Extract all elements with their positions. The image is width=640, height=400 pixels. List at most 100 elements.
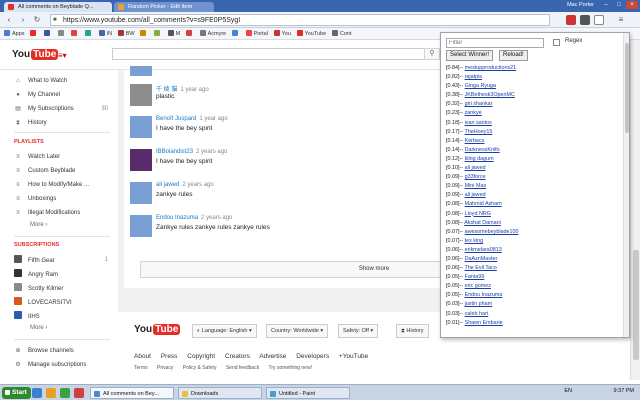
scrollbar-thumb[interactable] [625, 43, 629, 133]
entry-name-link[interactable]: caleb hart [465, 311, 489, 317]
footer-link-press[interactable]: Press [161, 353, 178, 360]
footer-link-about[interactable]: About [134, 353, 151, 360]
entry-name-link[interactable]: TheHoey15 [465, 129, 493, 135]
sidebar-item-subscription[interactable]: Angry Ram [14, 269, 58, 279]
tab-youtube-comments[interactable]: All comments on Beyblade Q... [4, 2, 112, 12]
entry-name-link[interactable]: ali jawed [465, 192, 486, 198]
entry-name-link[interactable]: Mini Max [465, 183, 487, 189]
entry-name-link[interactable]: tex king [465, 238, 484, 244]
sidebar-item-history[interactable]: ⧗ History [14, 118, 114, 128]
quicklaunch-icon[interactable] [46, 388, 56, 398]
safety-button[interactable]: Safety: Off ▾ [338, 324, 379, 338]
reload-icon[interactable]: ↻ [32, 15, 42, 25]
entry-name-link[interactable]: kling dagum [465, 156, 494, 162]
browse-channels-link[interactable]: ⊕ Browse channels [14, 346, 73, 356]
avatar[interactable] [130, 215, 152, 237]
entry-name-link[interactable]: Akshat Damani [464, 220, 501, 226]
entry-name-link[interactable]: Fanta99 [465, 274, 485, 280]
sidebar-item-playlist[interactable]: ≡ Custom Beyblade [14, 166, 75, 176]
sidebar-item-my-subscriptions[interactable]: ▤ My Subscriptions 30 [14, 104, 114, 114]
avatar[interactable] [130, 149, 152, 171]
minimize-icon[interactable]: – [600, 1, 612, 9]
entry-name-link[interactable]: ali jawed [465, 165, 486, 171]
youtube-logo[interactable]: You Tube [12, 49, 59, 60]
bookmark[interactable] [30, 28, 38, 39]
bookmark[interactable] [57, 28, 66, 39]
bookmark[interactable]: Cont [331, 28, 351, 39]
entry-name-link[interactable]: Kerbecs [465, 138, 485, 144]
entry-name-link[interactable]: zankye [465, 110, 482, 116]
footer-link-advertise[interactable]: Advertise [259, 353, 286, 360]
bookmark[interactable] [140, 28, 148, 39]
extension-icon[interactable] [580, 15, 590, 25]
taskbar-item-paint[interactable]: Untitled - Paint [266, 387, 350, 399]
bookmark[interactable]: You [273, 28, 291, 39]
avatar[interactable] [130, 116, 152, 138]
bookmark[interactable] [231, 28, 240, 39]
entry-name-link[interactable]: justin pham [465, 301, 493, 307]
sidebar-item-playlist[interactable]: ≡ Illegal Modifications [14, 208, 80, 218]
entry-name-link[interactable]: The Evil Taco [465, 265, 497, 271]
comment-author[interactable]: ali jawed 2 years ago [156, 182, 214, 188]
search-icon[interactable]: ⚲ [424, 48, 440, 60]
footer-link-try-something-new[interactable]: Try something new! [269, 365, 312, 371]
entry-name-link[interactable]: giri shankar [465, 101, 493, 107]
footer-link-policy-safety[interactable]: Policy & Safety [183, 365, 217, 371]
menu-icon[interactable]: ≡ [616, 15, 626, 25]
start-button[interactable]: Start [2, 387, 31, 399]
back-icon[interactable]: ‹ [4, 15, 14, 25]
footer-link-send-feedback[interactable]: Send feedback [226, 365, 259, 371]
comment-author[interactable]: Endou Inazuma 2 years ago [156, 215, 232, 221]
sidebar-item-watch-later[interactable]: ≡ Watch Later [14, 152, 60, 162]
entry-name-link[interactable]: DaAznMaster [465, 256, 498, 262]
language-button[interactable]: ◐ Language: English ▾ [192, 324, 257, 338]
footer-link-copyright[interactable]: Copyright [187, 353, 215, 360]
bookmark[interactable] [71, 28, 79, 39]
tab-random-picker[interactable]: Random Picker - Edit Item [114, 2, 214, 12]
bookmark[interactable]: YouTube [296, 28, 326, 39]
regex-checkbox[interactable] [553, 39, 560, 46]
bookmark[interactable]: Acmyre [199, 28, 226, 39]
entry-name-link[interactable]: Lloyd NRG [465, 211, 491, 217]
taskbar-item-downloads[interactable]: Downloads [178, 387, 262, 399]
avatar[interactable] [130, 84, 152, 106]
guide-menu-icon[interactable]: ≡▾ [58, 51, 67, 60]
taskbar-item-chrome[interactable]: All comments on Bey... [90, 387, 174, 399]
subscriptions-more-link[interactable]: More › [30, 325, 47, 331]
search-input[interactable] [112, 48, 432, 60]
sidebar-item-playlist[interactable]: ≡ Unboxings [14, 194, 56, 204]
sidebar-item-subscription[interactable]: Fifth Gear 1 [14, 255, 114, 265]
playlists-more-link[interactable]: More › [30, 222, 47, 228]
page-scrollbar[interactable] [630, 40, 640, 380]
bookmark[interactable] [84, 28, 93, 39]
avatar[interactable] [130, 66, 152, 76]
reload-button[interactable]: Reload! [499, 50, 528, 61]
footer-link-creators[interactable]: Creators [225, 353, 250, 360]
maximize-icon[interactable]: □ [613, 1, 625, 9]
sidebar-item-subscription[interactable]: IIHS [14, 311, 40, 321]
entry-name-link[interactable]: awesomebeyblade100 [465, 229, 519, 235]
clock[interactable]: 9:37 PM [614, 388, 634, 394]
entry-name-link[interactable]: Ginga Ryuga [465, 83, 496, 89]
entry-name-link[interactable]: Mahmid Asham [465, 201, 502, 207]
avatar[interactable] [130, 182, 152, 204]
extension-icon[interactable] [566, 15, 576, 25]
sidebar-item-playlist[interactable]: ≡ How to Modify/Make ... [14, 180, 89, 190]
profile-name[interactable]: Mac Porter [567, 2, 594, 8]
forward-icon[interactable]: › [18, 15, 28, 25]
footer-youtube-logo[interactable]: You Tube [134, 324, 181, 335]
entry-name-link[interactable]: Shawn Embarie [465, 320, 503, 326]
address-bar[interactable]: ■ https://www.youtube.com/all_comments?v… [50, 14, 550, 26]
history-button[interactable]: ⧗ History [396, 324, 429, 338]
quicklaunch-icon[interactable] [32, 388, 42, 398]
sidebar-item-subscription[interactable]: LOVECARSITVI [14, 297, 72, 307]
comment-author[interactable]: IBBolandist23 2 years ago [156, 149, 227, 155]
popup-scrollbar[interactable] [623, 33, 629, 337]
scrollbar-thumb[interactable] [633, 250, 639, 360]
entry-name-link[interactable]: erikmelara0813 [465, 247, 502, 253]
bookmark[interactable]: BW [117, 28, 135, 39]
sidebar-item-subscription[interactable]: Scotty Kilmer [14, 283, 63, 293]
entry-name-link[interactable]: eric gomez [465, 283, 491, 289]
bookmark[interactable] [43, 28, 52, 39]
footer-link-plus-youtube[interactable]: +YouTube [339, 353, 368, 360]
